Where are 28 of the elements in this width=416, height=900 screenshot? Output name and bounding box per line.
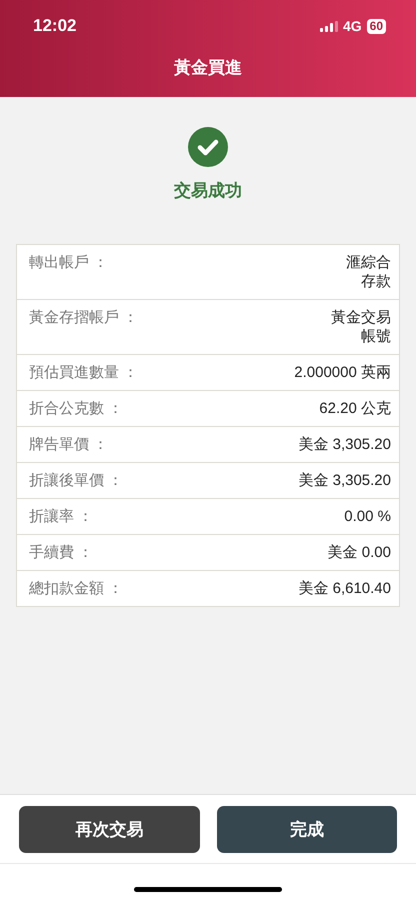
detail-label: 黃金存摺帳戶 ： bbox=[29, 308, 138, 327]
detail-value: 62.20 公克 bbox=[319, 399, 391, 418]
home-indicator[interactable] bbox=[134, 887, 282, 892]
detail-label: 牌告單價 ： bbox=[29, 435, 108, 454]
retry-button[interactable]: 再次交易 bbox=[19, 806, 200, 853]
signal-icon bbox=[320, 20, 338, 32]
detail-value: 0.00 % bbox=[344, 507, 391, 526]
detail-label: 手續費 ： bbox=[29, 543, 94, 562]
detail-value: 滙綜合 存款 bbox=[346, 253, 391, 291]
detail-label: 折合公克數 ： bbox=[29, 399, 124, 418]
detail-value: 美金 0.00 bbox=[328, 543, 391, 562]
checkmark-icon bbox=[188, 127, 228, 167]
detail-value: 美金 3,305.20 bbox=[298, 471, 391, 490]
detail-value: 美金 6,610.40 bbox=[298, 579, 391, 598]
status-time: 12:02 bbox=[33, 16, 76, 36]
success-message: 交易成功 bbox=[174, 180, 242, 202]
page-title: 黃金買進 bbox=[173, 57, 243, 79]
detail-value: 2.000000 英兩 bbox=[294, 363, 391, 382]
network-label: 4G bbox=[342, 18, 362, 34]
detail-label: 總扣款金額 ： bbox=[29, 579, 124, 598]
detail-label: 折讓率 ： bbox=[29, 507, 94, 526]
detail-value: 美金 3,305.20 bbox=[298, 435, 391, 454]
detail-label: 折讓後單價 ： bbox=[29, 471, 124, 490]
done-button[interactable]: 完成 bbox=[216, 806, 397, 853]
detail-label: 轉出帳戶 ： bbox=[29, 253, 108, 272]
detail-label: 預估買進數量 ： bbox=[29, 363, 138, 382]
detail-value: 黃金交易 帳號 bbox=[331, 308, 391, 346]
battery-level: 60 bbox=[366, 18, 386, 34]
